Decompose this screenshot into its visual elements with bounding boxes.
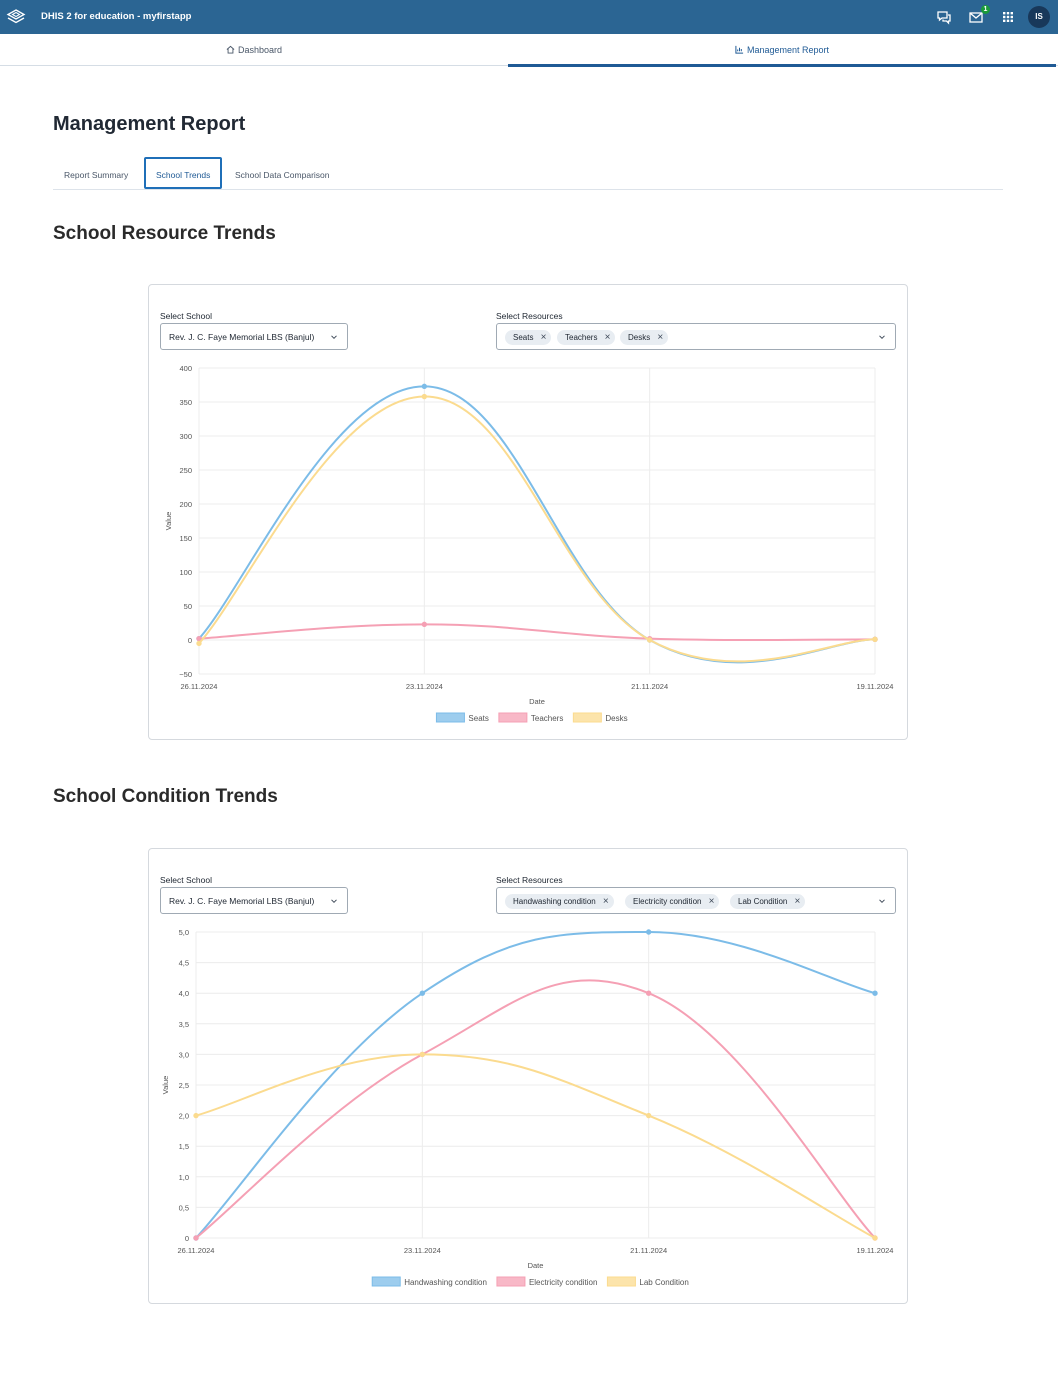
resource-chart-data-point (646, 637, 653, 643)
resource-chart-legend-label: Seats (468, 714, 488, 723)
resource-chart-y-tick-label: 200 (179, 500, 192, 509)
app-header: DHIS 2 for education - myfirstapp 1 IS (0, 0, 1058, 34)
condition-trends-title: School Condition Trends (53, 786, 278, 807)
condition-chart-x-tick-label: 26.11.2024 (178, 1246, 215, 1255)
condition-chart-y-tick-label: 1,0 (179, 1173, 189, 1182)
resource-chart-y-tick-label: 0 (188, 636, 192, 645)
condition-chart-y-tick-label: 0,5 (179, 1203, 189, 1212)
resource-chart-legend-swatch (498, 712, 528, 723)
resource-chart-y-tick-label: 350 (179, 398, 192, 407)
tab-school-trends[interactable]: School Trends (144, 157, 223, 189)
condition-chart-data-point (872, 990, 878, 996)
resource-trends-card: Select School Rev. J. C. Faye Memorial L… (148, 284, 908, 740)
condition-chart-y-tick-label: 5,0 (179, 928, 189, 937)
resource-chart-x-tick-label: 23.11.2024 (406, 682, 443, 691)
resource-chart-legend-swatch (435, 712, 465, 723)
condition-chart-y-axis-label: Value (161, 1076, 170, 1095)
condition-chart-x-tick-label: 21.11.2024 (630, 1246, 667, 1255)
condition-chart-y-tick-label: 2,0 (179, 1112, 189, 1121)
resource-chart-series-line-0 (198, 385, 876, 664)
condition-chart-data-point (645, 1112, 652, 1119)
resource-chart-data-point (421, 621, 428, 628)
dhis2-logo-icon[interactable] (6, 7, 26, 27)
apps-grid-icon[interactable] (1000, 9, 1016, 25)
resource-chart-x-tick-label: 19.11.2024 (857, 682, 894, 691)
condition-chart-data-point (193, 1235, 199, 1241)
condition-chart-data-point (645, 990, 652, 996)
resource-chart-y-tick-label: 400 (179, 364, 192, 373)
condition-chart-y-tick-label: 2,5 (179, 1081, 189, 1090)
profile-avatar[interactable]: IS (1028, 6, 1050, 28)
condition-chart-y-tick-label: 1,5 (179, 1142, 189, 1151)
tab-report-summary[interactable]: Report Summary (54, 157, 138, 189)
resource-chart-data-point (196, 640, 202, 647)
resource-chart-y-tick-label: 250 (179, 466, 192, 475)
resource-chart-data-point (872, 636, 878, 643)
condition-trends-chart: 5,0 4,5 4,0 3,5 3,0 2,5 2,0 1,5 1,0 0,5 0 26.11.202… (161, 928, 894, 1287)
condition-chart-y-tick-label: 0 (185, 1234, 189, 1243)
resource-trends-chart: 400 350 300 250 200 150 100 50 0 −50 26.11.2024 23.… (164, 364, 894, 723)
condition-chart-y-tick-label: 4,0 (179, 989, 189, 998)
condition-chart-y-tick-label: 4,5 (179, 959, 189, 968)
condition-chart-data-point (419, 990, 426, 996)
report-tabs: Report Summary School Trends School Data… (53, 157, 1003, 190)
condition-chart-legend-swatch (371, 1276, 401, 1287)
condition-chart-x-tick-label: 23.11.2024 (404, 1246, 441, 1255)
app-title: DHIS 2 for education - myfirstapp (41, 11, 192, 22)
resource-chart-x-tick-label: 26.11.2024 (181, 682, 218, 691)
nav-tab-management-report-label: Management Report (746, 45, 830, 55)
condition-chart-legend-swatch (606, 1276, 636, 1287)
resource-chart-data-point (421, 383, 428, 390)
page-title: Management Report (53, 113, 246, 135)
resource-trends-title: School Resource Trends (53, 223, 276, 244)
resource-chart-y-tick-label: 50 (184, 602, 192, 611)
resource-chart-legend-label: Desks (605, 714, 627, 723)
resource-chart-y-tick-label: 100 (179, 568, 192, 577)
resource-chart-series-line-1 (198, 623, 876, 642)
condition-chart-legend-label: Lab Condition (639, 1278, 688, 1287)
bar-chart-icon (735, 45, 744, 54)
resource-chart-legend-swatch (572, 712, 602, 723)
resource-chart-legend-label: Teachers (531, 714, 563, 723)
resource-chart-x-axis-label: Date (529, 697, 545, 706)
interpretations-icon[interactable] (936, 9, 952, 25)
home-icon (226, 45, 235, 54)
tab-school-data-comparison[interactable]: School Data Comparison (225, 157, 340, 189)
condition-chart-legend-swatch (496, 1276, 526, 1287)
nav-tab-dashboard[interactable]: Dashboard (0, 34, 508, 66)
resource-chart-data-point (421, 393, 428, 400)
condition-trends-card: Select School Rev. J. C. Faye Memorial L… (148, 848, 908, 1304)
condition-chart-legend-label: Handwashing condition (404, 1278, 487, 1287)
condition-chart-y-tick-label: 3,5 (179, 1020, 189, 1029)
condition-chart-y-tick-label: 3,0 (179, 1050, 189, 1059)
condition-chart-x-axis-label: Date (528, 1261, 544, 1270)
top-navigation: Dashboard Management Report (0, 34, 1058, 67)
resource-chart-y-tick-label: −50 (179, 670, 192, 679)
condition-chart-legend-label: Electricity condition (529, 1278, 597, 1287)
nav-tab-management-report[interactable]: Management Report (508, 34, 1056, 67)
condition-chart-series-line-1 (195, 979, 876, 1239)
resource-chart-x-tick-label: 21.11.2024 (631, 682, 668, 691)
condition-chart-data-point (872, 1235, 878, 1241)
resource-chart-y-tick-label: 300 (179, 432, 192, 441)
resource-chart-y-axis-label: Value (164, 512, 173, 531)
messages-count-badge: 1 (981, 5, 990, 14)
condition-chart-x-tick-label: 19.11.2024 (857, 1246, 894, 1255)
nav-tab-dashboard-label: Dashboard (237, 45, 283, 55)
condition-chart-data-point (193, 1112, 199, 1119)
resource-chart-y-tick-label: 150 (179, 534, 192, 543)
condition-chart-data-point (645, 929, 652, 935)
condition-chart-data-point (419, 1051, 426, 1058)
